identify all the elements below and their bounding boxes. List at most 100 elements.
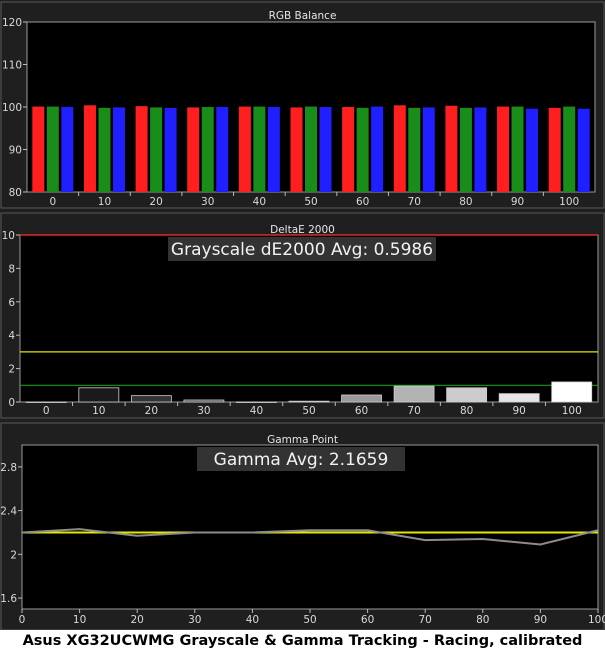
bar-green-80 — [459, 107, 472, 192]
bar-blue-80 — [474, 107, 487, 192]
y-tick-label: 100 — [2, 102, 22, 114]
x-tick-label: 80 — [476, 614, 489, 626]
y-tick-label: 110 — [2, 60, 22, 72]
x-tick-label: 40 — [250, 405, 263, 417]
bar-green-70 — [408, 107, 421, 192]
x-tick-label: 30 — [197, 405, 210, 417]
x-tick-label: 0 — [49, 196, 56, 208]
x-tick-label: 40 — [253, 196, 266, 208]
bar-red-50 — [290, 107, 303, 192]
y-tick-label: 0 — [8, 397, 15, 409]
bar-green-20 — [150, 107, 163, 192]
bar-red-80 — [445, 105, 458, 192]
x-tick-label: 100 — [559, 196, 579, 208]
bar-green-0 — [46, 106, 59, 192]
y-tick-label: 80 — [9, 187, 22, 199]
delta-bar-10 — [78, 387, 120, 403]
bar-blue-100 — [577, 108, 590, 192]
x-tick-label: 90 — [534, 614, 547, 626]
x-tick-label: 90 — [512, 405, 525, 417]
bar-blue-40 — [267, 107, 280, 192]
y-tick-label: 1.6 — [0, 593, 17, 605]
x-tick-label: 80 — [460, 405, 473, 417]
chart-title: Gamma Point — [267, 434, 338, 446]
gamma-point-10 — [78, 528, 81, 530]
y-tick-label: 4 — [8, 330, 15, 342]
bar-red-70 — [393, 105, 406, 192]
bar-red-40 — [238, 106, 251, 192]
bar-green-100 — [563, 106, 576, 192]
bar-green-10 — [98, 107, 111, 192]
bar-red-0 — [32, 106, 45, 192]
x-tick-label: 30 — [201, 196, 214, 208]
bar-green-30 — [201, 107, 214, 192]
figure-caption: Asus XG32UCWMG Grayscale & Gamma Trackin… — [22, 633, 583, 649]
bar-blue-20 — [164, 107, 177, 192]
y-tick-label: 2.4 — [0, 506, 17, 518]
x-tick-label: 40 — [246, 614, 259, 626]
bar-red-20 — [135, 106, 148, 192]
chart-title: RGB Balance — [269, 10, 337, 22]
bar-blue-30 — [216, 107, 229, 192]
gamma-point-100 — [597, 529, 599, 532]
bar-red-30 — [187, 107, 200, 192]
delta-bar-40 — [236, 401, 277, 403]
delta-bar-80 — [446, 387, 488, 403]
chart-stage: RGB Balance 0 10 20 30 40 50 60 70 80 90 100 80 90 100… — [0, 0, 605, 630]
delta-bar-20 — [130, 395, 172, 403]
chart-title: DeltaE 2000 — [270, 224, 335, 236]
gamma-point-40 — [251, 531, 254, 534]
x-tick-label: 0 — [19, 614, 26, 626]
delta-bar-0 — [25, 401, 67, 403]
bar-green-40 — [253, 106, 266, 192]
x-tick-label: 0 — [43, 405, 50, 417]
gamma-point-50 — [309, 529, 311, 532]
gamma-point-90 — [539, 543, 542, 546]
bar-blue-0 — [61, 107, 74, 192]
bar-green-90 — [511, 106, 524, 192]
x-tick-label: 10 — [92, 405, 105, 417]
delta-bar-60 — [341, 394, 382, 403]
bar-blue-10 — [112, 107, 125, 192]
charts-canvas: RGB Balance0 10 20 30 40 50 60 70 80 90 1008090100… — [0, 1, 605, 630]
x-tick-label: 50 — [302, 405, 315, 417]
x-tick-label: 20 — [131, 614, 144, 626]
bar-red-100 — [548, 107, 561, 192]
bar-blue-50 — [319, 107, 332, 192]
x-tick-label: 30 — [188, 614, 201, 626]
x-tick-label: 70 — [408, 196, 421, 208]
x-tick-label: 60 — [356, 196, 369, 208]
gamma-point-70 — [424, 539, 427, 541]
gamma-point-20 — [136, 534, 138, 537]
gamma-point-30 — [194, 531, 196, 534]
bar-green-60 — [356, 107, 369, 192]
bar-red-60 — [342, 107, 355, 192]
gamma-point-80 — [482, 538, 484, 540]
delta-bar-30 — [183, 399, 225, 403]
y-tick-label: 2 — [8, 364, 15, 376]
annotation-text: Gamma Avg: 2.1659 — [214, 450, 389, 470]
x-tick-label: 20 — [145, 405, 158, 417]
y-tick-label: 8 — [8, 263, 15, 275]
x-tick-label: 100 — [562, 405, 582, 417]
x-tick-label: 70 — [407, 405, 420, 417]
y-tick-label: 2 — [10, 549, 17, 561]
y-tick-label: 2.8 — [0, 462, 17, 474]
bar-blue-90 — [526, 108, 539, 192]
annotation-text: Grayscale dE2000 Avg: 0.5986 — [171, 240, 433, 260]
delta-bar-50 — [288, 400, 330, 403]
y-tick-label: 10 — [2, 230, 15, 242]
delta-bar-90 — [498, 393, 540, 403]
y-tick-label: 90 — [9, 145, 22, 157]
x-tick-label: 60 — [355, 405, 368, 417]
bar-blue-60 — [371, 106, 384, 192]
y-tick-label: 120 — [2, 17, 22, 29]
x-tick-label: 80 — [459, 196, 472, 208]
bar-green-50 — [305, 106, 317, 192]
x-tick-label: 20 — [149, 196, 162, 208]
bar-red-90 — [497, 106, 510, 192]
x-tick-label: 50 — [303, 614, 316, 626]
x-tick-label: 70 — [419, 614, 432, 626]
x-tick-label: 50 — [304, 196, 317, 208]
gamma-point-60 — [366, 529, 369, 532]
